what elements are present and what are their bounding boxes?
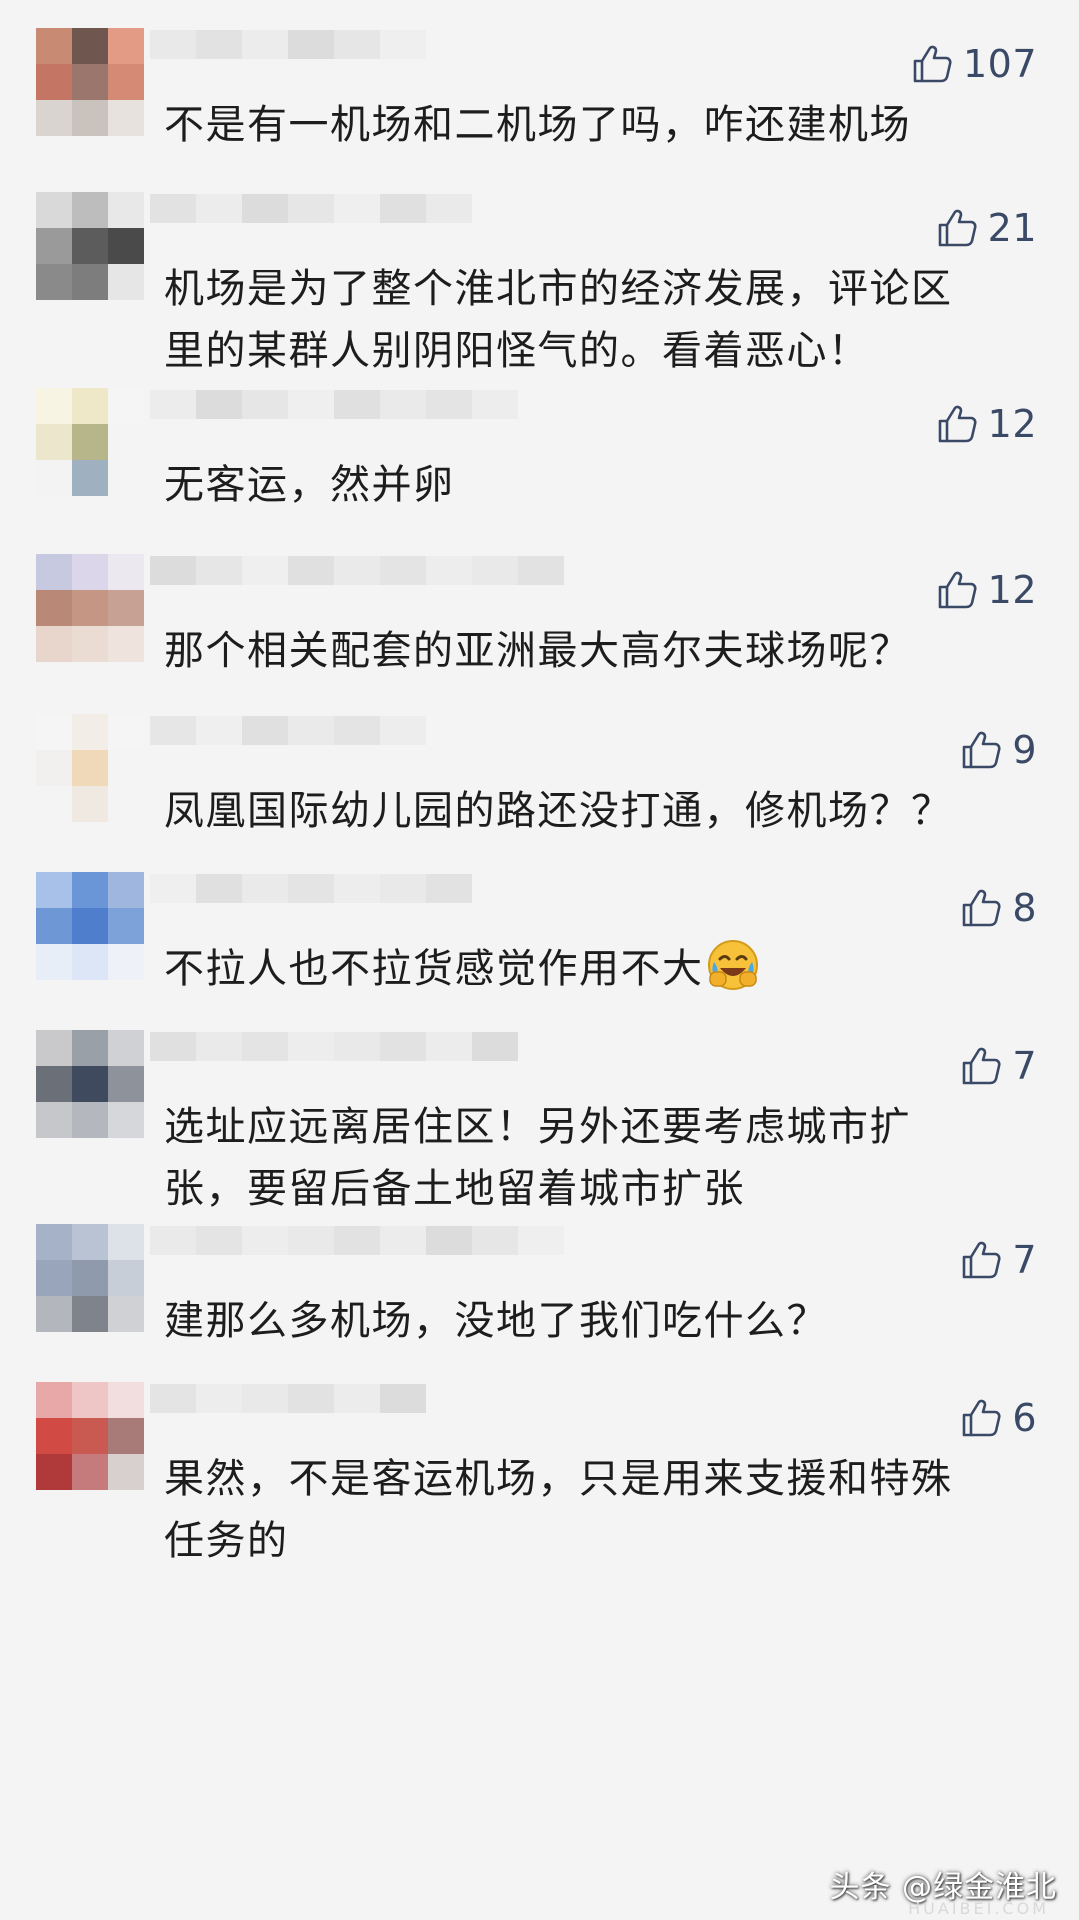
comment-text-content: 机场是为了整个淮北市的经济发展，评论区 里的某群人别阴阳怪气的。看着恶心！ <box>164 266 953 374</box>
avatar[interactable] <box>36 192 144 300</box>
emoji <box>704 940 760 992</box>
like-count: 107 <box>962 42 1037 86</box>
blurred-username[interactable] <box>150 556 610 614</box>
like-button[interactable]: 7 <box>960 1036 1037 1096</box>
like-count: 21 <box>987 206 1037 250</box>
avatar[interactable] <box>36 388 144 496</box>
like-count: 12 <box>987 568 1037 612</box>
like-button[interactable]: 21 <box>936 198 1037 258</box>
avatar[interactable] <box>36 714 144 822</box>
blurred-username[interactable] <box>150 194 610 252</box>
comment-text-content: 那个相关配套的亚洲最大高尔夫球场呢？ <box>164 628 911 674</box>
like-button[interactable]: 8 <box>960 878 1037 938</box>
thumbs-up-icon[interactable] <box>960 1045 1002 1087</box>
comment-text: 建那么多机场，没地了我们吃什么？ <box>164 1290 1044 1352</box>
like-button[interactable]: 12 <box>936 394 1037 454</box>
blurred-username[interactable] <box>150 390 610 448</box>
comment-text: 果然，不是客运机场，只是用来支援和特殊 任务的 <box>164 1448 1044 1572</box>
avatar[interactable] <box>36 1382 144 1490</box>
blurred-username[interactable] <box>150 874 610 932</box>
comment-text-content: 果然，不是客运机场，只是用来支援和特殊 任务的 <box>164 1456 953 1564</box>
thumbs-up-icon[interactable] <box>911 43 953 85</box>
like-count: 6 <box>1012 1396 1037 1440</box>
like-count: 12 <box>987 402 1037 446</box>
avatar[interactable] <box>36 872 144 980</box>
like-button[interactable]: 107 <box>911 34 1037 94</box>
comment-text: 不是有一机场和二机场了吗，咋还建机场 <box>164 94 1044 156</box>
comment-text-content: 不拉人也不拉货感觉作用不大 <box>164 946 704 992</box>
comment-text-content: 无客运，然并卵 <box>164 462 455 508</box>
avatar[interactable] <box>36 1030 144 1138</box>
thumbs-up-icon[interactable] <box>936 207 978 249</box>
blurred-username[interactable] <box>150 716 610 774</box>
blurred-username[interactable] <box>150 1384 610 1442</box>
like-button[interactable]: 7 <box>960 1230 1037 1290</box>
comment-text: 不拉人也不拉货感觉作用不大 <box>164 938 1044 1000</box>
comment-text-content: 选址应远离居住区！另外还要考虑城市扩 张，要留后备土地留着城市扩张 <box>164 1104 911 1212</box>
avatar[interactable] <box>36 28 144 136</box>
crying-laughing-emoji-icon <box>707 940 758 990</box>
comment-text: 无客运，然并卵 <box>164 454 1044 516</box>
avatar[interactable] <box>36 1224 144 1332</box>
comment-text-content: 建那么多机场，没地了我们吃什么？ <box>164 1298 828 1344</box>
like-button[interactable]: 6 <box>960 1388 1037 1448</box>
thumbs-up-icon[interactable] <box>936 403 978 445</box>
like-count: 9 <box>1012 728 1037 772</box>
thumbs-up-icon[interactable] <box>960 729 1002 771</box>
blurred-username[interactable] <box>150 30 610 88</box>
like-count: 8 <box>1012 886 1037 930</box>
comment-text: 那个相关配套的亚洲最大高尔夫球场呢？ <box>164 620 1044 682</box>
like-button[interactable]: 12 <box>936 560 1037 620</box>
comment-text-content: 凤凰国际幼儿园的路还没打通，修机场？？ <box>164 788 953 834</box>
thumbs-up-icon[interactable] <box>960 1239 1002 1281</box>
thumbs-up-icon[interactable] <box>936 569 978 611</box>
blurred-username[interactable] <box>150 1226 610 1284</box>
comment-text: 凤凰国际幼儿园的路还没打通，修机场？？ <box>164 780 1044 842</box>
watermark-sub: HUAIBEI.COM <box>908 1899 1049 1918</box>
blurred-username[interactable] <box>150 1032 610 1090</box>
like-count: 7 <box>1012 1238 1037 1282</box>
like-count: 7 <box>1012 1044 1037 1088</box>
comment-text-content: 不是有一机场和二机场了吗，咋还建机场 <box>164 102 911 148</box>
thumbs-up-icon[interactable] <box>960 1397 1002 1439</box>
thumbs-up-icon[interactable] <box>960 887 1002 929</box>
like-button[interactable]: 9 <box>960 720 1037 780</box>
avatar[interactable] <box>36 554 144 662</box>
comment-text: 选址应远离居住区！另外还要考虑城市扩 张，要留后备土地留着城市扩张 <box>164 1096 1044 1220</box>
comment-text: 机场是为了整个淮北市的经济发展，评论区 里的某群人别阴阳怪气的。看着恶心！ <box>164 258 1044 382</box>
